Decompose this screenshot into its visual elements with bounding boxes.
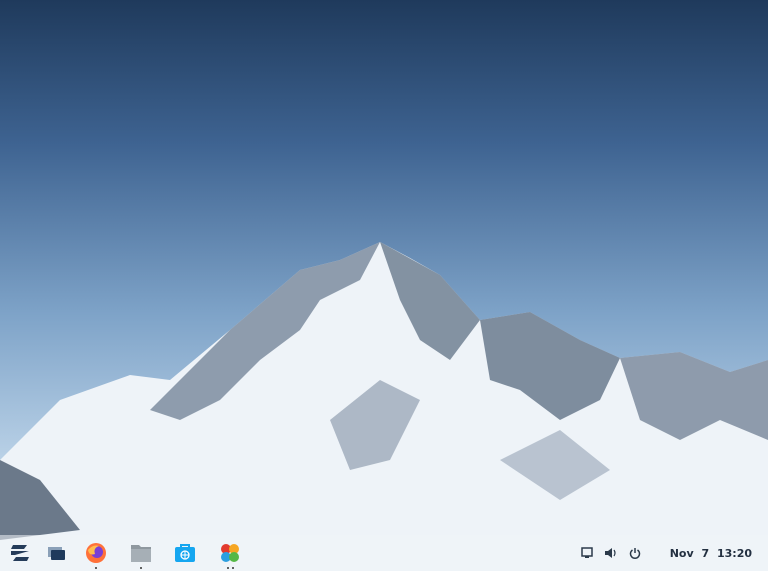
running-indicator [232,567,234,569]
firefox-button[interactable] [84,541,108,565]
running-indicator [95,567,97,569]
system-tray[interactable]: Nov 7 13:20 [580,535,752,571]
files-button[interactable] [129,541,153,565]
desktop-wallpaper [0,0,768,571]
display-icon[interactable] [580,546,594,560]
zorin-menu-button[interactable] [8,541,32,565]
app-grid-button[interactable] [218,541,242,565]
clock-date: Nov 7 [669,546,710,560]
software-store-icon [175,544,195,562]
clock-time: 13:20 [716,546,752,560]
workspaces-icon [48,547,65,560]
zorin-logo-icon [11,545,29,561]
firefox-icon [86,543,106,563]
taskbar: Nov 7 13:20 [0,535,768,571]
folder-icon [131,545,151,562]
software-button[interactable] [173,541,197,565]
workspaces-button[interactable] [45,541,69,565]
volume-icon[interactable] [604,546,618,560]
running-indicator [227,567,229,569]
clock[interactable]: Nov 7 13:20 [670,547,752,560]
power-icon[interactable] [628,546,642,560]
app-grid-icon [221,544,239,562]
running-indicator [140,567,142,569]
